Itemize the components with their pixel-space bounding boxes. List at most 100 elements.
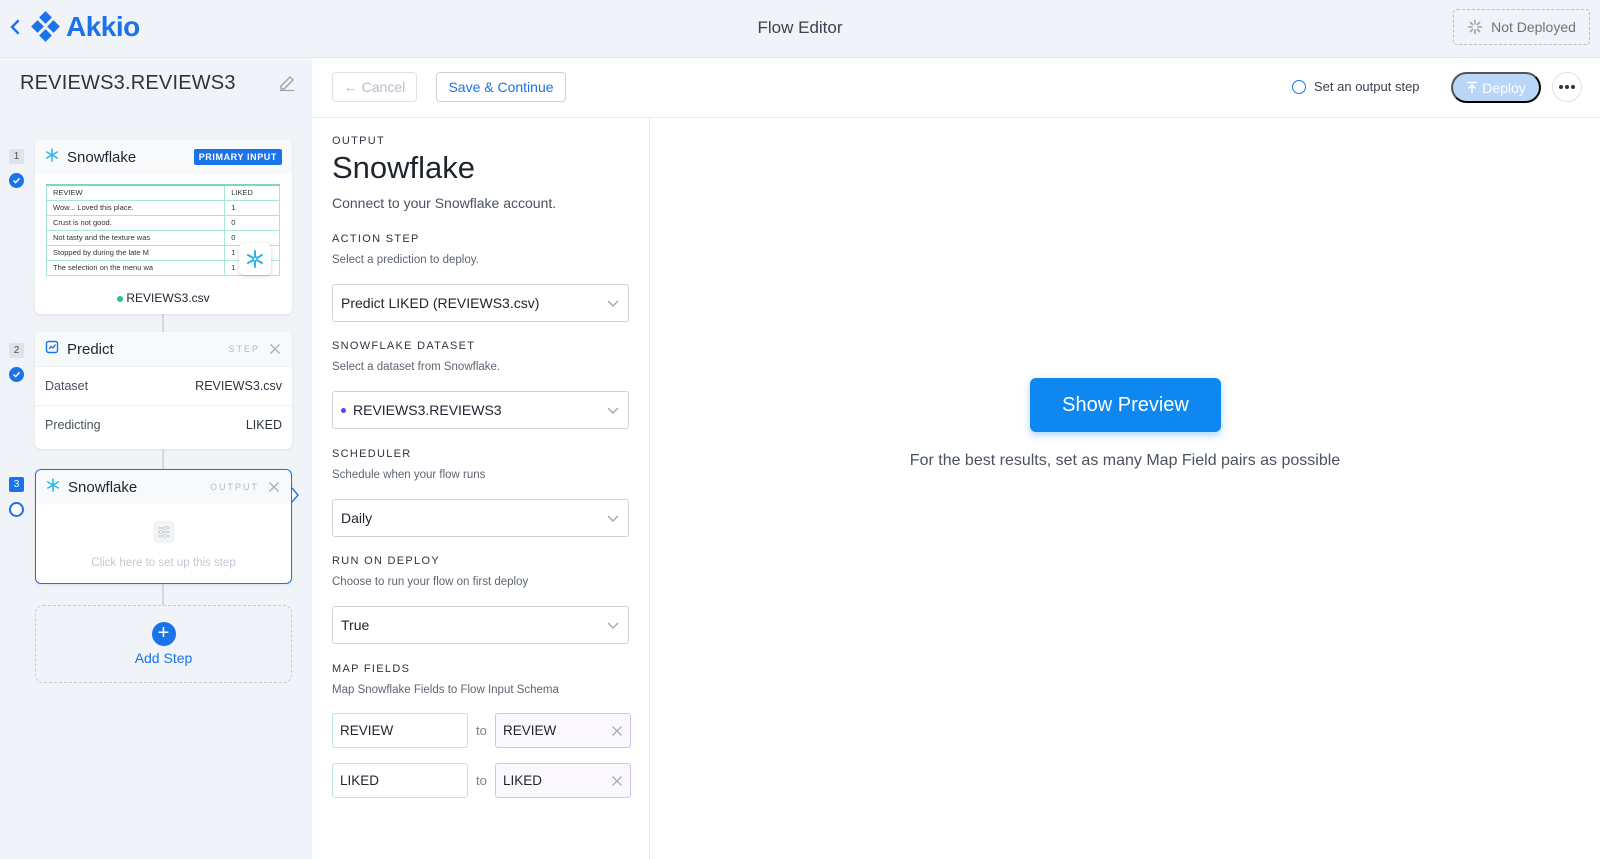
cancel-button[interactable]: ← Cancel bbox=[332, 72, 417, 102]
config-eyebrow: OUTPUT bbox=[332, 135, 386, 147]
row-value: REVIEWS3.csv bbox=[195, 379, 282, 393]
edit-name-icon[interactable] bbox=[278, 74, 296, 92]
map-to-label: to bbox=[476, 723, 487, 738]
field-hint: Select a prediction to deploy. bbox=[332, 254, 479, 266]
step-connector bbox=[162, 449, 164, 469]
chevron-down-icon bbox=[606, 403, 620, 417]
row-label: Predicting bbox=[45, 418, 101, 432]
step-title: Predict bbox=[67, 340, 114, 358]
step-number: 3 bbox=[9, 477, 24, 492]
dataset-dot bbox=[341, 407, 346, 413]
deploy-status: Not Deployed bbox=[1453, 9, 1590, 45]
config-subtitle: Connect to your Snowflake account. bbox=[332, 195, 557, 211]
show-preview-button[interactable]: Show Preview bbox=[1030, 378, 1221, 432]
predicting-row: Predicting LIKED bbox=[35, 405, 292, 444]
snowflake-dataset-select[interactable]: REVIEWS3.REVIEWS3 bbox=[332, 391, 629, 429]
preview-area: Show Preview For the best results, set a… bbox=[650, 118, 1600, 859]
select-value: True bbox=[341, 617, 370, 633]
upload-icon bbox=[1467, 81, 1478, 93]
step-title: Snowflake bbox=[68, 478, 138, 496]
run-on-deploy-select[interactable]: True bbox=[332, 606, 629, 644]
row-label: Dataset bbox=[45, 379, 89, 393]
step-tag: STEP bbox=[228, 344, 260, 354]
more-options-icon[interactable] bbox=[1552, 72, 1582, 102]
source-file-label: REVIEWS3.csv bbox=[35, 291, 292, 305]
save-continue-button[interactable]: Save & Continue bbox=[436, 72, 566, 102]
field-label: SCHEDULER bbox=[332, 448, 412, 460]
column-header: REVIEW bbox=[45, 184, 226, 201]
add-step-button[interactable]: + Add Step bbox=[35, 605, 292, 683]
table-header-row: REVIEW LIKED bbox=[45, 184, 280, 201]
not-deployed-icon bbox=[1467, 19, 1483, 35]
flow-name: REVIEWS3.REVIEWS3 bbox=[20, 72, 236, 94]
preview-hint: For the best results, set as many Map Fi… bbox=[909, 452, 1341, 469]
map-source-field[interactable]: LIKED bbox=[332, 763, 468, 798]
active-step-pointer-icon bbox=[291, 487, 299, 503]
set-output-step[interactable]: Set an output step bbox=[1292, 79, 1420, 94]
table-cell: Wow... Loved this place. bbox=[45, 199, 226, 216]
table-cell: Stopped by during the late M bbox=[45, 244, 226, 261]
flow-sidebar: REVIEWS3.REVIEWS3 1 Snowflake PRIMARY IN… bbox=[0, 58, 312, 859]
setup-step-area[interactable]: Click here to set up this step bbox=[36, 504, 291, 584]
row-value: LIKED bbox=[245, 418, 282, 432]
field-hint: Select a dataset from Snowflake. bbox=[332, 361, 501, 373]
table-cell: Not tasty and the texture was bbox=[45, 229, 226, 246]
snowflake-icon bbox=[45, 148, 59, 166]
clear-mapping-icon[interactable] bbox=[610, 724, 624, 738]
setup-hint: Click here to set up this step bbox=[91, 556, 236, 569]
select-value: REVIEWS3.REVIEWS3 bbox=[353, 402, 502, 418]
remove-step-icon[interactable] bbox=[267, 480, 281, 494]
table-cell: Crust is not good. bbox=[45, 214, 226, 231]
field-label: MAP FIELDS bbox=[332, 663, 411, 675]
page-title: Flow Editor bbox=[757, 18, 843, 37]
sliders-icon bbox=[152, 520, 176, 547]
field-label: RUN ON DEPLOY bbox=[332, 555, 440, 567]
scheduler-select[interactable]: Daily bbox=[332, 499, 629, 537]
map-to-label: to bbox=[476, 773, 487, 788]
step-config-panel: OUTPUT Snowflake Connect to your Snowfla… bbox=[312, 118, 650, 859]
chevron-down-icon bbox=[606, 511, 620, 525]
map-source-field[interactable]: REVIEW bbox=[332, 713, 468, 748]
deploy-button[interactable]: Deploy bbox=[1451, 72, 1541, 103]
pending-circle-icon bbox=[9, 502, 24, 517]
select-value: Predict LIKED (REVIEWS3.csv) bbox=[341, 295, 540, 311]
card-header: Snowflake OUTPUT bbox=[36, 470, 291, 504]
predict-icon bbox=[45, 340, 59, 358]
step-tag: OUTPUT bbox=[210, 482, 259, 492]
check-circle-icon bbox=[9, 367, 24, 382]
table-row: Wow... Loved this place. 1 bbox=[45, 199, 280, 216]
step-card-predict[interactable]: Predict STEP Dataset REVIEWS3.csv Predic… bbox=[35, 332, 292, 449]
field-label: SNOWFLAKE DATASET bbox=[332, 340, 476, 352]
plus-circle-icon: + bbox=[151, 622, 176, 646]
editor-toolbar: ← Cancel Save & Continue Set an output s… bbox=[312, 58, 1600, 118]
snowflake-icon bbox=[46, 478, 60, 496]
step-number: 1 bbox=[9, 149, 24, 164]
deploy-label: Deploy bbox=[1482, 79, 1526, 96]
column-header: LIKED bbox=[224, 184, 280, 201]
map-target-field[interactable]: LIKED bbox=[495, 763, 631, 798]
source-file-name: REVIEWS3.csv bbox=[126, 291, 210, 305]
step-connector bbox=[162, 584, 164, 605]
action-step-select[interactable]: Predict LIKED (REVIEWS3.csv) bbox=[332, 284, 629, 322]
table-cell: 1 bbox=[224, 199, 280, 216]
main-panel: ← Cancel Save & Continue Set an output s… bbox=[312, 58, 1600, 859]
card-header: Predict STEP bbox=[35, 332, 292, 366]
remove-step-icon[interactable] bbox=[268, 342, 282, 356]
step-card-snowflake-output[interactable]: Snowflake OUTPUT Click here to set up th… bbox=[35, 469, 292, 584]
field-hint: Map Snowflake Fields to Flow Input Schem… bbox=[332, 684, 559, 696]
select-value: Daily bbox=[341, 510, 373, 526]
field-hint: Schedule when your flow runs bbox=[332, 469, 486, 481]
deploy-status-label: Not Deployed bbox=[1491, 19, 1576, 35]
chevron-down-icon bbox=[606, 296, 620, 310]
map-target-value: REVIEW bbox=[503, 723, 557, 738]
check-circle-icon bbox=[9, 173, 24, 188]
config-title: Snowflake bbox=[332, 150, 476, 185]
map-target-field[interactable]: REVIEW bbox=[495, 713, 631, 748]
step-card-snowflake-input[interactable]: Snowflake PRIMARY INPUT REVIEW LIKED Wow… bbox=[35, 140, 292, 314]
card-header: Snowflake PRIMARY INPUT bbox=[35, 140, 292, 174]
step-number: 2 bbox=[9, 343, 24, 358]
clear-mapping-icon[interactable] bbox=[610, 774, 624, 788]
primary-input-badge: PRIMARY INPUT bbox=[193, 149, 282, 165]
field-label: ACTION STEP bbox=[332, 233, 420, 245]
step-title: Snowflake bbox=[67, 148, 137, 166]
